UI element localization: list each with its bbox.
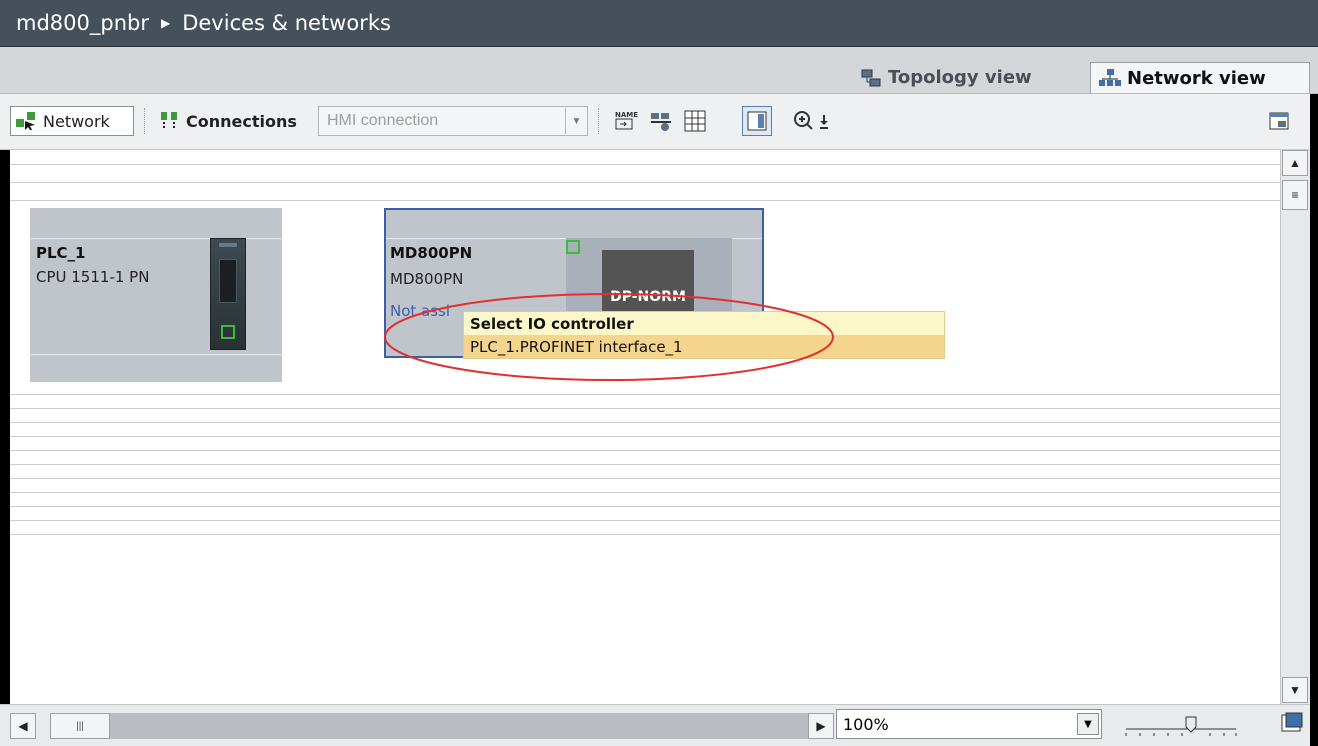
tab-network-view[interactable]: Network view [1090, 62, 1310, 93]
assign-device-name-icon[interactable]: NAME [610, 106, 640, 136]
grid-line [10, 520, 1280, 521]
overview-navigation-icon[interactable] [1280, 711, 1304, 740]
section-name: Devices & networks [182, 11, 391, 35]
slider-thumb[interactable] [1185, 716, 1197, 733]
profinet-port[interactable] [221, 325, 235, 339]
table-view-icon[interactable] [742, 106, 772, 136]
scroll-up-icon[interactable]: ▲ [1282, 150, 1308, 176]
profinet-port[interactable] [566, 240, 580, 254]
editor-titlebar: md800_pnbr ▶ Devices & networks [0, 0, 1318, 47]
grid-line [10, 422, 1280, 423]
network-toolbar: Network Connections HMI connection ▼ NAM… [0, 94, 1318, 150]
device-name: MD800PN [390, 244, 473, 262]
chevron-down-icon[interactable]: ▼ [565, 108, 587, 134]
status-bar: ◀ ||| ▶ 100% ▼ [0, 704, 1318, 746]
device-type: CPU 1511-1 PN [36, 268, 150, 286]
connections-icon [158, 110, 180, 132]
grid-icon[interactable] [680, 106, 710, 136]
chevron-down-icon[interactable]: ▼ [1077, 713, 1099, 735]
grid-line [10, 200, 1280, 201]
cpu-display [219, 259, 237, 303]
network-mode-label: Network [43, 111, 110, 131]
toolbar-separator [144, 108, 146, 134]
zoom-in-icon[interactable] [790, 106, 840, 136]
connection-type-value: HMI connection [327, 112, 439, 129]
device-type: MD800PN [390, 270, 464, 288]
device-band [30, 354, 282, 355]
grid-line [10, 182, 1280, 183]
network-canvas[interactable]: PLC_1 CPU 1511-1 PN MD800PN MD800PN Not … [10, 150, 1280, 704]
grid-line [10, 492, 1280, 493]
grid-line [10, 450, 1280, 451]
tab-network-label: Network view [1127, 67, 1266, 89]
device-name: PLC_1 [36, 244, 86, 262]
zoom-slider[interactable] [1116, 709, 1256, 739]
topology-icon [860, 68, 882, 88]
toolbar-separator [598, 108, 600, 134]
scroll-left-icon[interactable]: ◀ [10, 713, 36, 739]
scroll-thumb[interactable]: ≡ [1282, 180, 1308, 210]
horizontal-scrollbar[interactable]: ||| [50, 713, 810, 739]
connections-mode-button[interactable]: Connections [154, 106, 301, 136]
grid-line [10, 534, 1280, 535]
annotation-ellipse [384, 293, 834, 381]
grid-line [10, 464, 1280, 465]
grid-line [10, 164, 1280, 165]
connection-type-select[interactable]: HMI connection ▼ [318, 106, 588, 136]
show-address-icon[interactable] [646, 106, 676, 136]
project-name: md800_pnbr [16, 11, 149, 35]
scroll-down-icon[interactable]: ▼ [1282, 677, 1308, 703]
view-tab-bar: Topology view Network view [0, 47, 1318, 94]
grid-line [10, 478, 1280, 479]
grid-line [10, 436, 1280, 437]
show-overview-icon[interactable] [1264, 106, 1294, 136]
window-edge [1310, 94, 1318, 746]
connections-label: Connections [186, 111, 297, 131]
tab-topology-label: Topology view [888, 67, 1032, 88]
svg-text:NAME: NAME [615, 111, 638, 119]
highlight-ellipse [384, 293, 834, 381]
cpu-module-image [210, 238, 246, 350]
grid-line [10, 408, 1280, 409]
grid-line [10, 506, 1280, 507]
tab-topology-view[interactable]: Topology view [852, 62, 1058, 93]
status-led [219, 243, 237, 247]
network-mode-button[interactable]: Network [10, 106, 134, 136]
device-plc[interactable]: PLC_1 CPU 1511-1 PN [30, 208, 282, 382]
breadcrumb-separator: ▶ [160, 16, 171, 30]
vertical-scrollbar[interactable]: ▲ ≡ ▼ [1280, 150, 1310, 704]
zoom-level-value: 100% [843, 714, 889, 734]
zoom-level-select[interactable]: 100% ▼ [836, 709, 1102, 739]
scroll-thumb[interactable]: ||| [50, 713, 110, 739]
network-mode-icon [15, 111, 37, 131]
network-view-icon [1099, 68, 1121, 88]
scroll-right-icon[interactable]: ▶ [808, 713, 834, 739]
grid-line [10, 394, 1280, 395]
